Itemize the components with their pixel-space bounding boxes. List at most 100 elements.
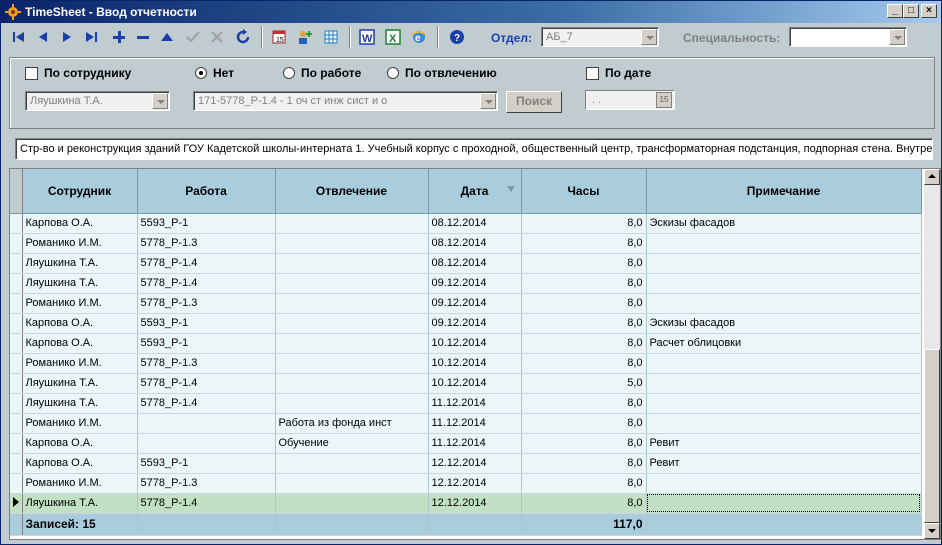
table-row[interactable]: Ляушкина Т.А. 5778_Р-1.4 11.12.2014 8,0 <box>10 393 922 414</box>
cell-absence[interactable] <box>275 213 429 234</box>
row-indicator[interactable] <box>10 333 23 354</box>
none-radio[interactable] <box>195 67 207 79</box>
cell-note[interactable]: Расчет облицовки <box>646 333 922 354</box>
scroll-up-button[interactable] <box>924 169 940 185</box>
cell-note[interactable] <box>646 253 922 274</box>
cell-note[interactable]: Ревит <box>646 453 922 474</box>
table-row[interactable]: Романико И.М. Работа из фонда инст 11.12.2… <box>10 413 922 434</box>
cell-absence[interactable]: Работа из фонда инст <box>275 413 429 434</box>
cell-employee[interactable]: Романико И.М. <box>22 233 138 254</box>
cell-employee[interactable]: Романико И.М. <box>22 473 138 494</box>
table-row[interactable]: Ляушкина Т.А. 5778_Р-1.4 08.12.2014 8,0 <box>10 253 922 274</box>
cell-work[interactable] <box>137 433 276 454</box>
cell-work[interactable]: 5778_Р-1.4 <box>137 273 276 294</box>
cell-employee[interactable]: Ляушкина Т.А. <box>22 273 138 294</box>
cell-employee[interactable]: Романико И.М. <box>22 293 138 314</box>
specialty-select[interactable] <box>789 27 907 47</box>
department-select[interactable]: АБ_7 <box>541 27 659 47</box>
post-button[interactable] <box>183 27 203 47</box>
cell-date[interactable]: 08.12.2014 <box>428 253 522 274</box>
calendar-button[interactable]: 15 <box>269 27 289 47</box>
col-date-header[interactable]: Дата <box>428 169 522 214</box>
cell-hours[interactable]: 8,0 <box>521 473 647 494</box>
cell-hours[interactable]: 8,0 <box>521 293 647 314</box>
close-button[interactable]: × <box>921 4 937 18</box>
col-employee-header[interactable]: Сотрудник <box>22 169 138 214</box>
cell-absence[interactable] <box>275 293 429 314</box>
maximize-button[interactable]: □ <box>903 4 919 18</box>
chevron-down-icon[interactable] <box>480 93 496 109</box>
cell-work[interactable]: 5778_Р-1.4 <box>137 493 276 514</box>
cell-date[interactable]: 12.12.2014 <box>428 453 522 474</box>
row-indicator[interactable] <box>10 393 23 414</box>
next-record-button[interactable] <box>57 27 77 47</box>
table-row[interactable]: Карпова О.А. 5593_Р-1 10.12.2014 8,0 Расчет … <box>10 333 922 354</box>
cell-absence[interactable] <box>275 333 429 354</box>
cell-hours[interactable]: 8,0 <box>521 333 647 354</box>
row-indicator[interactable] <box>10 433 23 454</box>
cell-work[interactable]: 5778_Р-1.3 <box>137 473 276 494</box>
cell-work[interactable]: 5593_Р-1 <box>137 333 276 354</box>
by-employee-checkbox[interactable] <box>25 67 38 80</box>
cell-hours[interactable]: 8,0 <box>521 273 647 294</box>
cell-work[interactable]: 5778_Р-1.3 <box>137 353 276 374</box>
cell-hours[interactable]: 8,0 <box>521 393 647 414</box>
table-row[interactable]: Карпова О.А. 5593_Р-1 09.12.2014 8,0 Эскизы … <box>10 313 922 334</box>
cell-date[interactable]: 10.12.2014 <box>428 373 522 394</box>
cell-employee[interactable]: Романико И.М. <box>22 353 138 374</box>
calendar-icon[interactable]: 15 <box>656 92 672 108</box>
prev-record-button[interactable] <box>33 27 53 47</box>
cell-employee[interactable]: Ляушкина Т.А. <box>22 493 138 514</box>
cell-date[interactable]: 12.12.2014 <box>428 493 522 514</box>
table-row[interactable]: Карпова О.А. Обучение 11.12.2014 8,0 Ревит <box>10 433 922 454</box>
cell-absence[interactable] <box>275 273 429 294</box>
cell-work[interactable]: 5778_Р-1.3 <box>137 233 276 254</box>
cell-employee[interactable]: Ляушкина Т.А. <box>22 253 138 274</box>
cell-hours[interactable]: 5,0 <box>521 373 647 394</box>
cell-date[interactable]: 11.12.2014 <box>428 393 522 414</box>
cell-hours[interactable]: 8,0 <box>521 433 647 454</box>
cell-note[interactable] <box>646 373 922 394</box>
cell-employee[interactable]: Ляушкина Т.А. <box>22 393 138 414</box>
first-record-button[interactable] <box>9 27 29 47</box>
table-row[interactable]: Романико И.М. 5778_Р-1.3 08.12.2014 8,0 <box>10 233 922 254</box>
open-browser-button[interactable]: e <box>409 27 429 47</box>
cell-hours[interactable]: 8,0 <box>521 453 647 474</box>
last-record-button[interactable] <box>81 27 101 47</box>
cell-note[interactable] <box>646 293 922 314</box>
export-word-button[interactable]: W <box>357 27 377 47</box>
cell-date[interactable]: 08.12.2014 <box>428 213 522 234</box>
cell-note[interactable] <box>646 393 922 414</box>
col-absence-header[interactable]: Отвлечение <box>275 169 429 214</box>
cell-employee[interactable]: Карпова О.А. <box>22 433 138 454</box>
cell-note[interactable] <box>646 493 922 514</box>
cancel-edit-button[interactable] <box>207 27 227 47</box>
search-button[interactable]: Поиск <box>506 91 562 113</box>
cell-work[interactable]: 5778_Р-1.4 <box>137 253 276 274</box>
cell-hours[interactable]: 8,0 <box>521 413 647 434</box>
row-indicator[interactable] <box>10 353 23 374</box>
cell-work[interactable]: 5778_Р-1.4 <box>137 393 276 414</box>
cell-absence[interactable] <box>275 473 429 494</box>
cell-absence[interactable] <box>275 353 429 374</box>
cell-date[interactable]: 10.12.2014 <box>428 353 522 374</box>
cell-date[interactable]: 12.12.2014 <box>428 473 522 494</box>
cell-absence[interactable] <box>275 313 429 334</box>
minimize-button[interactable]: _ <box>887 4 903 18</box>
cell-note[interactable] <box>646 353 922 374</box>
cell-hours[interactable]: 8,0 <box>521 353 647 374</box>
by-date-checkbox[interactable] <box>586 67 599 80</box>
cell-note[interactable]: Эскизы фасадов <box>646 213 922 234</box>
cell-note[interactable]: Эскизы фасадов <box>646 313 922 334</box>
cell-note[interactable] <box>646 473 922 494</box>
cell-work[interactable]: 5778_Р-1.4 <box>137 373 276 394</box>
table-row[interactable]: Ляушкина Т.А. 5778_Р-1.4 12.12.2014 8,0 <box>10 493 922 514</box>
chevron-down-icon[interactable] <box>152 93 168 109</box>
col-note-header[interactable]: Примечание <box>646 169 922 214</box>
by-absence-radio[interactable] <box>387 67 399 79</box>
row-indicator[interactable] <box>10 313 23 334</box>
cell-hours[interactable]: 8,0 <box>521 233 647 254</box>
cell-work[interactable]: 5593_Р-1 <box>137 313 276 334</box>
table-row[interactable]: Карпова О.А. 5593_Р-1 12.12.2014 8,0 Ревит <box>10 453 922 474</box>
help-button[interactable]: ? <box>447 27 467 47</box>
